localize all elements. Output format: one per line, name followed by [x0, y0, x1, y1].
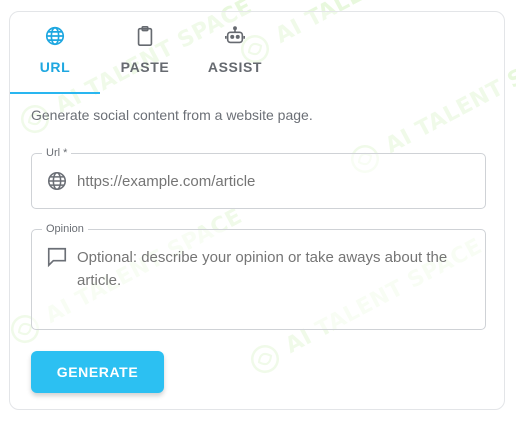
- globe-icon: [46, 170, 68, 192]
- generate-button[interactable]: GENERATE: [31, 351, 164, 393]
- robot-icon: [223, 24, 247, 48]
- url-field-label: Url *: [42, 146, 72, 160]
- url-field[interactable]: Url *: [31, 146, 486, 209]
- tab-paste[interactable]: PASTE: [100, 20, 190, 94]
- comment-icon: [46, 246, 68, 268]
- url-input[interactable]: [77, 170, 471, 193]
- opinion-textarea[interactable]: [77, 246, 471, 316]
- tab-label: URL: [39, 59, 71, 75]
- opinion-field-label: Opinion: [42, 222, 88, 236]
- tab-label: PASTE: [120, 59, 170, 75]
- tab-url[interactable]: URL: [10, 20, 100, 94]
- tab-bar: URL PASTE ASSIST: [10, 20, 280, 95]
- app-stage: AI TALENT SPACE AI TALENT SPACE AI TALEN…: [0, 0, 516, 425]
- description-text: Generate social content from a website p…: [31, 107, 313, 123]
- tab-assist[interactable]: ASSIST: [190, 20, 280, 94]
- opinion-field[interactable]: Opinion: [31, 222, 486, 330]
- content-card: URL PASTE ASSIST Generate social content…: [9, 11, 505, 410]
- clipboard-icon: [133, 24, 157, 48]
- tab-label: ASSIST: [207, 59, 263, 75]
- globe-icon: [43, 24, 67, 48]
